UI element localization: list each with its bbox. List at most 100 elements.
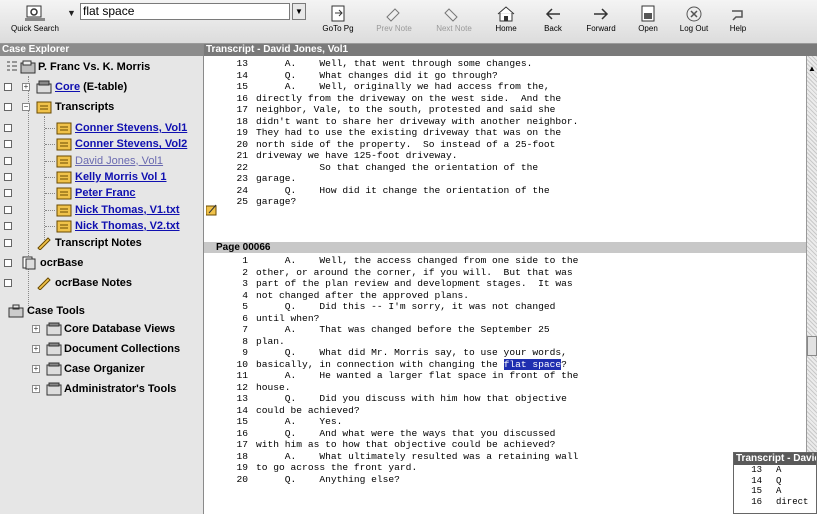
tree-item-transcript-notes[interactable]: Transcript Notes — [0, 234, 200, 252]
tree-item-transcript[interactable]: Peter Franc — [0, 184, 200, 202]
expand-icon[interactable]: + — [32, 385, 40, 393]
note-marker-icon[interactable] — [205, 204, 218, 219]
tree-item-tool[interactable]: + Core Database Views — [0, 320, 200, 338]
checkbox[interactable] — [4, 239, 12, 247]
expand-icon[interactable]: + — [22, 83, 30, 91]
transcript-line: 11 A. He wanted a larger flat space in f… — [204, 370, 578, 382]
tree-item-tool[interactable]: + Administrator's Tools — [0, 380, 200, 398]
forward-button[interactable]: Forward — [575, 2, 627, 42]
tree-item-transcript[interactable]: David Jones, Vol1 — [0, 152, 200, 170]
help-button[interactable]: Help — [712, 2, 764, 42]
tree-item-transcript[interactable]: Conner Stevens, Vol1 — [0, 119, 200, 137]
floating-transcript-window[interactable]: Transcript - David Jones, Vol1 13 A 14 Q 15 A… — [733, 452, 817, 514]
transcript-line: 13 Q. Did you discuss with him how that … — [204, 393, 578, 405]
line-number: 2 — [242, 266, 248, 278]
core-link[interactable]: Core — [55, 81, 80, 93]
line-text: with him as to how that objective could … — [256, 439, 556, 450]
tree-collapse-icon[interactable] — [6, 60, 18, 78]
line-number: 3 — [242, 278, 248, 289]
quick-search-button[interactable]: Quick Search — [6, 2, 64, 42]
tree-item-tool[interactable]: + Document Collections — [0, 340, 200, 358]
next-note-button[interactable]: Next Note — [428, 2, 480, 42]
goto-page-button[interactable]: GoTo Pg — [312, 2, 364, 42]
search-dropdown-button[interactable]: ▼ — [292, 3, 306, 20]
checkbox[interactable] — [4, 189, 12, 198]
back-label: Back — [544, 24, 562, 33]
back-button[interactable]: Back — [527, 2, 579, 42]
transcript-line: 21 driveway we have 125-foot driveway. — [204, 150, 578, 162]
collapse-icon[interactable]: − — [22, 103, 30, 111]
prev-note-button[interactable]: Prev Note — [368, 2, 420, 42]
search-highlight[interactable]: flat space — [503, 358, 562, 370]
checkbox[interactable] — [4, 156, 12, 165]
transcript-line: 20 north side of the property. So instead… — [204, 139, 578, 151]
home-label: Home — [495, 24, 517, 33]
notes-pencil-icon — [36, 236, 52, 256]
search-input[interactable]: flat space — [80, 3, 290, 20]
home-button[interactable]: Home — [480, 2, 532, 42]
line-number: 14 — [751, 475, 762, 486]
transcript-link[interactable]: Conner Stevens, Vol2 — [75, 135, 187, 153]
line-number: 10 — [236, 358, 248, 370]
transcript-link[interactable]: Peter Franc — [75, 184, 136, 202]
next-note-icon — [444, 8, 458, 22]
transcript-page-body[interactable]: 1 A. Well, the access changed from one s… — [204, 255, 578, 485]
tree-item-case[interactable]: P. Franc Vs. K. Morris — [0, 58, 200, 76]
transcript-line: 23 garage. — [204, 173, 578, 185]
transcript-link[interactable]: Nick Thomas, V2.txt — [75, 217, 180, 235]
transcript-line: 2 other, or around the corner, if you wil… — [204, 267, 578, 279]
checkbox[interactable] — [4, 221, 12, 230]
transcript-link[interactable]: Nick Thomas, V1.txt — [75, 201, 180, 219]
transcript-line: 17 with him as to how that objective coul… — [204, 439, 578, 451]
line-text: didn't want to share her driveway with a… — [256, 115, 579, 127]
transcript-link[interactable]: Conner Stevens, Vol1 — [75, 119, 187, 137]
quick-search-label: Quick Search — [10, 24, 60, 33]
transcript-link[interactable]: David Jones, Vol1 — [75, 152, 163, 170]
transcript-line: 14 Q. What changes did it go through? — [204, 70, 578, 82]
tree-item-core[interactable]: + Core (E-table) — [0, 78, 200, 96]
line-text: garage. — [256, 173, 297, 184]
quick-search-dropdown-icon[interactable]: ▼ — [67, 8, 76, 18]
checkbox[interactable] — [4, 205, 12, 214]
tree-item-ocrbase[interactable]: ocrBase — [0, 254, 200, 272]
scroll-thumb[interactable] — [807, 336, 817, 356]
floating-window-title: Transcript - David Jones, Vol1 — [734, 453, 816, 465]
transcript-page-top[interactable]: 13 A. Well, that went through some chang… — [204, 58, 578, 208]
transcript-line: 10 basically, in connection with changing… — [204, 358, 578, 371]
transcript-link[interactable]: Kelly Morris Vol 1 — [75, 168, 167, 186]
line-text: garage? — [256, 196, 297, 207]
expand-icon[interactable]: + — [32, 365, 40, 373]
line-text: direct — [776, 496, 809, 507]
line-number: 13 — [751, 465, 762, 475]
line-text: Q — [776, 475, 782, 486]
tool-label: Document Collections — [64, 343, 181, 355]
line-number: 15 — [236, 81, 248, 92]
scroll-up-icon[interactable]: ▲ — [807, 64, 817, 73]
vertical-scrollbar[interactable]: ▲ — [806, 56, 817, 514]
tree-item-transcripts[interactable]: − Transcripts — [0, 98, 200, 116]
core-suffix: (E-table) — [80, 81, 128, 93]
tree-item-transcript[interactable]: Nick Thomas, V2.txt — [0, 217, 200, 235]
transcript-line: 18 A. What ultimately resulted was a ret… — [204, 451, 578, 463]
line-text: directly from the driveway on the west s… — [256, 92, 562, 104]
tree-item-transcript[interactable]: Conner Stevens, Vol2 — [0, 135, 200, 153]
tree-item-case-tools[interactable]: Case Tools — [0, 302, 200, 320]
expand-icon[interactable]: + — [32, 325, 40, 333]
tree-item-transcript[interactable]: Kelly Morris Vol 1 — [0, 168, 200, 186]
transcript-line: 13 A. Well, that went through some chang… — [204, 58, 578, 70]
checkbox[interactable] — [4, 279, 12, 287]
checkbox[interactable] — [4, 103, 12, 111]
checkbox[interactable] — [4, 124, 12, 132]
checkbox[interactable] — [4, 172, 12, 181]
checkbox[interactable] — [4, 259, 12, 267]
open-button[interactable]: Open — [622, 2, 674, 42]
tree-item-transcript[interactable]: Nick Thomas, V1.txt — [0, 201, 200, 219]
tree-item-ocrbase-notes[interactable]: ocrBase Notes — [0, 274, 200, 292]
transcript-line: 9 Q. What did Mr. Morris say, to use you… — [204, 347, 578, 359]
checkbox[interactable] — [4, 83, 12, 91]
checkbox[interactable] — [4, 140, 12, 149]
toolbar: Quick Search ▼ flat space ▼ GoTo Pg Prev… — [0, 0, 817, 44]
expand-icon[interactable]: + — [32, 345, 40, 353]
tree-item-tool[interactable]: + Case Organizer — [0, 360, 200, 378]
line-number: 14 — [236, 69, 248, 81]
